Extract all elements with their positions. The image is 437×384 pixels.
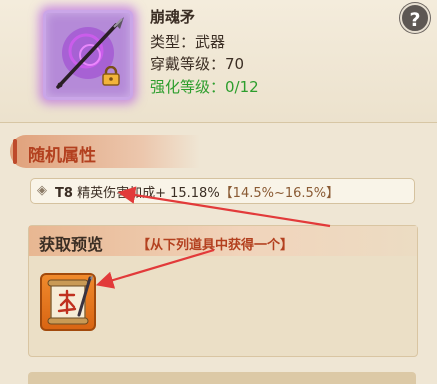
random-attr-header: 随机属性 [10,135,200,168]
attribute-value: + 15.18% [155,186,220,201]
attribute-text: T8 精英伤害加成+ 15.18%【14.5%~16.5%】 [55,182,339,201]
random-attr-title: 随机属性 [28,146,96,166]
obtain-subtitle: 【从下列道具中获得一个】 [137,238,294,253]
scroll-icon [47,275,93,325]
item-type: 类型：武器 [150,33,226,51]
obtain-header: 获取预览 【从下列道具中获得一个】 [29,226,417,256]
attribute-row: ◈ T8 精英伤害加成+ 15.18%【14.5%~16.5%】 [30,178,415,204]
attribute-tier: T8 [55,186,73,201]
obtain-title: 获取预览 [39,235,104,254]
item-enhance-level: 强化等级：0/12 [150,78,259,96]
diamond-icon: ◈ [37,183,47,198]
attribute-name: 精英伤害加成 [77,186,156,201]
reward-item-slot[interactable] [40,273,96,331]
item-wear-level: 穿戴等级：70 [150,55,245,73]
item-icon-frame[interactable] [43,10,133,100]
attribute-range: 【14.5%~16.5%】 [219,186,340,201]
section-marker [13,139,17,164]
bottom-panel-edge [28,372,416,384]
item-name: 崩魂矛 [150,8,196,26]
obtain-preview-panel: 获取预览 【从下列道具中获得一个】 [28,225,418,357]
lock-icon [102,66,120,86]
help-button[interactable]: ? [400,3,430,33]
